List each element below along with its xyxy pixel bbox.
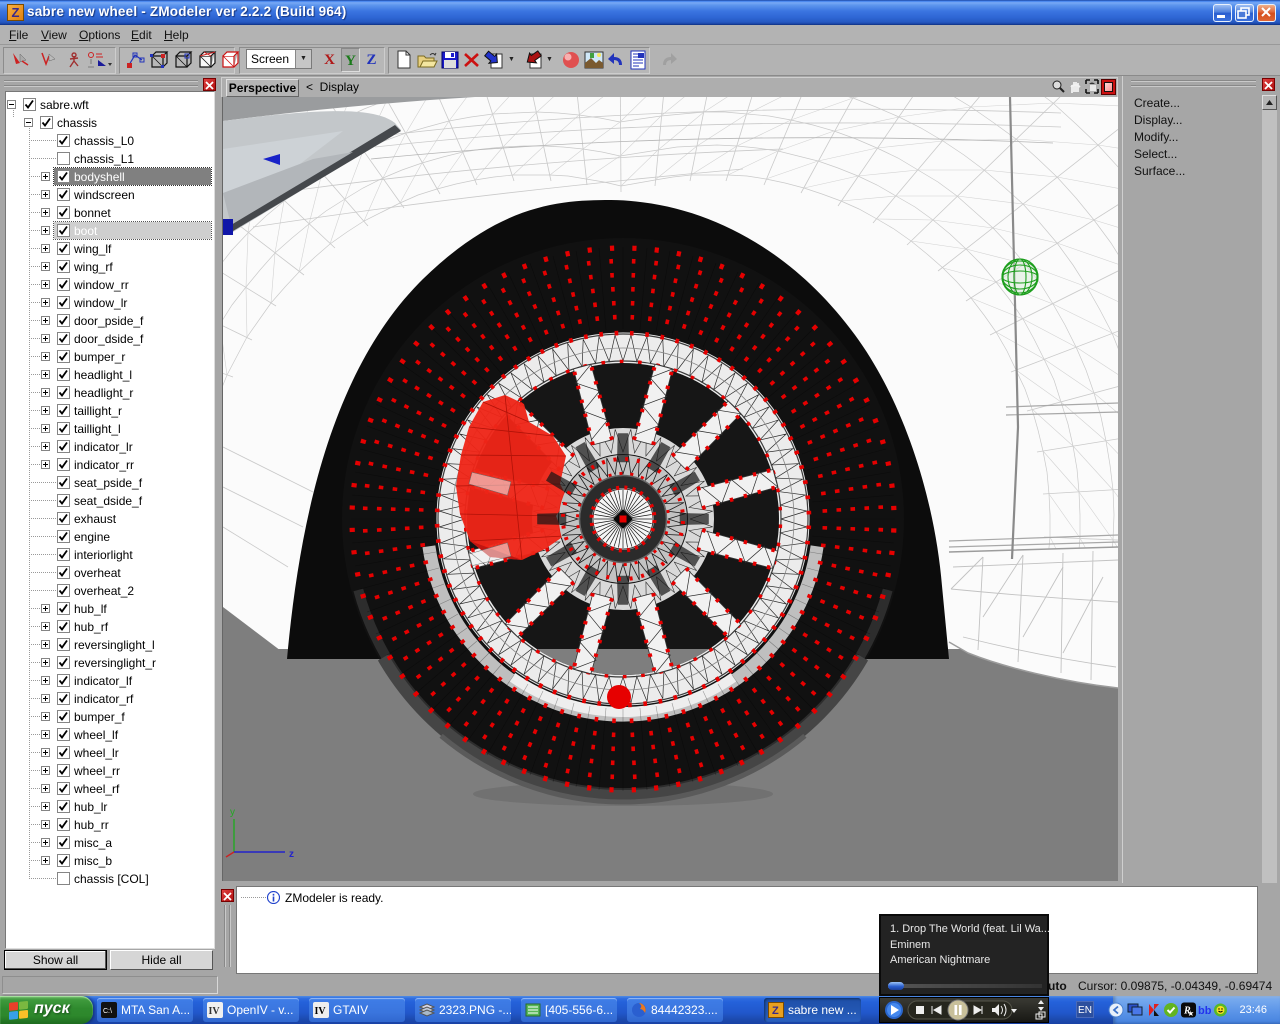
svg-text:bb: bb [1198,1005,1212,1017]
svg-text:z: z [289,849,294,860]
svg-text:C:\: C:\ [103,1008,112,1015]
svg-text:IV: IV [315,1006,327,1017]
svg-text:y: y [230,807,235,818]
svg-text:IV: IV [209,1006,221,1017]
svg-text:Z: Z [772,1005,779,1017]
